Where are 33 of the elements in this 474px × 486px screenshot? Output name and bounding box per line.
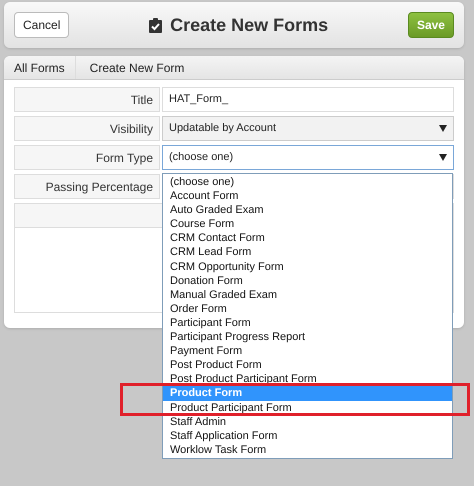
dropdown-option[interactable]: Participant Progress Report — [163, 330, 452, 344]
select-field[interactable]: Updatable by Account — [162, 116, 454, 141]
text-field[interactable]: HAT_Form_ — [162, 87, 454, 112]
dropdown-option[interactable]: CRM Lead Form — [163, 245, 452, 260]
dropdown-option[interactable]: Post Product Form — [163, 358, 452, 372]
dropdown-arrow-icon — [439, 125, 447, 132]
dropdown-option[interactable]: CRM Opportunity Form — [163, 260, 452, 274]
dropdown-option[interactable]: Staff Admin — [163, 414, 452, 429]
field-label: Form Type — [14, 145, 160, 170]
dropdown-option[interactable]: Course Form — [163, 217, 452, 232]
dropdown-option[interactable]: Order Form — [163, 302, 452, 316]
dropdown-option[interactable]: Product Participant Form — [163, 400, 452, 415]
dropdown-option[interactable]: Staff Application Form — [163, 428, 452, 443]
dropdown-option[interactable]: (choose one) — [163, 175, 452, 190]
breadcrumb-link[interactable]: All Forms — [4, 56, 76, 79]
dropdown-option[interactable]: CRM Contact Form — [163, 231, 452, 246]
dropdown-option[interactable]: Auto Graded Exam — [163, 203, 452, 218]
field-label: Passing Percentage — [14, 174, 160, 199]
dropdown-option[interactable]: Payment Form — [163, 344, 452, 358]
breadcrumb-link[interactable]: Create New Form — [76, 58, 198, 76]
dropdown-option[interactable]: Worklow Task Form — [163, 442, 452, 457]
cancel-button[interactable]: Cancel — [14, 12, 70, 38]
dropdown-option[interactable]: Participant Form — [163, 316, 452, 330]
page-title: Create New Forms — [170, 14, 328, 36]
dropdown-arrow-icon — [439, 154, 447, 161]
dropdown-option[interactable]: Donation Form — [163, 274, 452, 288]
field-label: Visibility — [14, 116, 160, 141]
dropdown-option[interactable]: Post Product Participant Form — [163, 372, 452, 386]
select-field[interactable]: (choose one) — [162, 145, 454, 170]
dropdown-option[interactable]: Manual Graded Exam — [163, 288, 452, 302]
clipboard-check-icon — [149, 18, 162, 32]
field-label: Title — [14, 87, 160, 112]
dropdown-option[interactable]: Account Form — [163, 189, 452, 204]
